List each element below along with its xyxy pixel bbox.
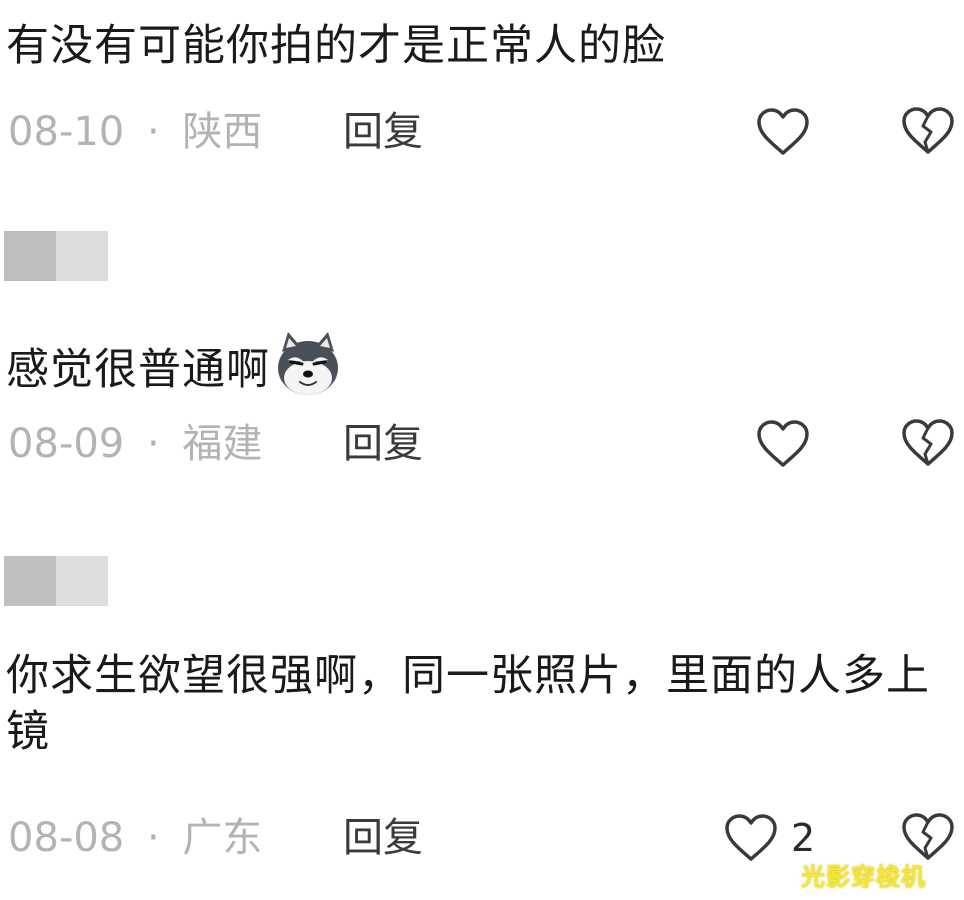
comment-date-location: 08-10 · 陕西 xyxy=(8,104,262,160)
comment-meta: 08-09 · 福建 回复 xyxy=(8,416,958,472)
broken-heart-icon xyxy=(902,419,954,466)
dislike-button[interactable] xyxy=(900,106,956,160)
comment-date: 08-08 xyxy=(8,815,125,861)
heart-outline-icon xyxy=(757,108,809,155)
comment-text: 感觉很普通啊 xyxy=(6,330,342,398)
comment-meta: 08-10 · 陕西 回复 xyxy=(8,104,958,160)
reply-button[interactable]: 回复 xyxy=(343,416,423,472)
heart-outline-icon xyxy=(725,814,777,861)
comment-date: 08-10 xyxy=(8,109,125,155)
comment-date: 08-09 xyxy=(8,421,125,467)
watermark: 光影穿梭机 xyxy=(801,863,926,891)
like-button[interactable] xyxy=(755,418,811,470)
comment-text: 有没有可能你拍的才是正常人的脸 xyxy=(6,21,666,71)
comment-text: 你求生欲望很强啊，同一张照片，里面的人多上镜 xyxy=(6,651,930,757)
comment-location: 陕西 xyxy=(182,109,263,155)
meta-separator: · xyxy=(146,815,160,861)
meta-separator: · xyxy=(146,421,160,467)
comment-location: 福建 xyxy=(182,421,263,467)
reply-button[interactable]: 回复 xyxy=(343,104,423,160)
reply-button[interactable]: 回复 xyxy=(343,810,423,866)
comment-text-content: 感觉很普通啊 xyxy=(6,345,270,395)
comment-date-location: 08-09 · 福建 xyxy=(8,416,262,472)
heart-outline-icon xyxy=(757,420,809,467)
meta-separator: · xyxy=(146,109,160,155)
husky-dog-emoji xyxy=(278,332,338,395)
avatar[interactable] xyxy=(4,231,108,281)
like-button[interactable] xyxy=(755,106,811,158)
comment-location: 广东 xyxy=(182,815,263,861)
avatar[interactable] xyxy=(4,556,108,606)
comment-date-location: 08-08 · 广东 xyxy=(8,810,262,866)
dislike-button[interactable] xyxy=(900,418,956,472)
broken-heart-icon xyxy=(902,813,954,860)
broken-heart-icon xyxy=(902,107,954,154)
